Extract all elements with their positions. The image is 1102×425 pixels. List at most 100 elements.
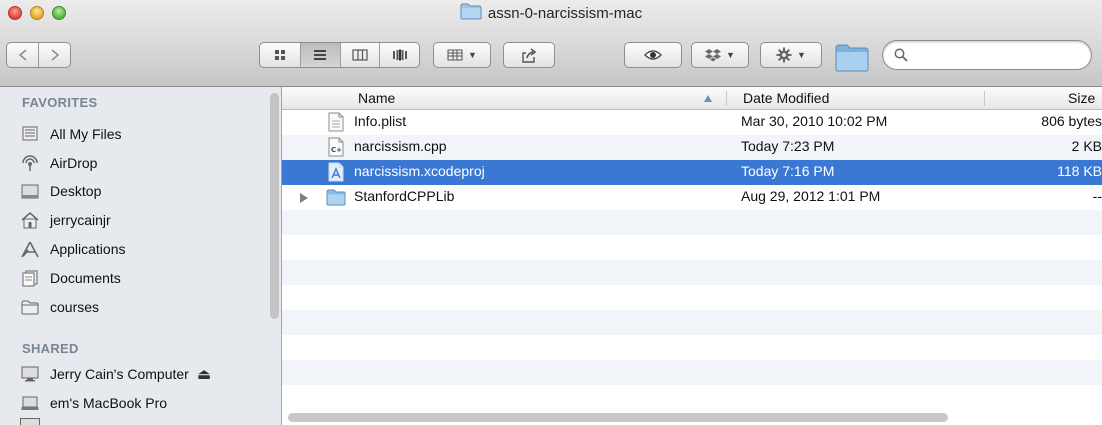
icon-view-icon [274, 50, 285, 60]
file-date: Aug 29, 2012 1:01 PM [741, 188, 881, 204]
folder-icon [20, 298, 40, 316]
all-files-icon [20, 125, 40, 143]
file-rows: Info.plist Mar 30, 2010 10:02 PM 806 byt… [282, 110, 1102, 410]
chevron-left-icon [18, 49, 27, 61]
eject-icon[interactable]: ⏏ [197, 365, 211, 383]
share-icon [522, 47, 537, 63]
chevron-down-icon: ▼ [797, 50, 806, 60]
favorites-header: FAVORITES [22, 95, 98, 110]
dropbox-icon [705, 49, 722, 62]
sidebar-item-documents[interactable]: Documents [20, 265, 121, 291]
empty-row [282, 335, 1102, 360]
file-row-stanfordcpplib[interactable]: StanfordCPPLib Aug 29, 2012 1:01 PM -- [282, 185, 1102, 210]
sidebar-item-label: Applications [50, 241, 126, 257]
file-row-narcissism-cpp[interactable]: C+ narcissism.cpp Today 7:23 PM 2 KB [282, 135, 1102, 160]
finder-window: assn-0-narcissism-mac ▼ ▼ ▼ FAVORITES Al… [0, 0, 1102, 425]
list-view-button[interactable] [299, 43, 340, 67]
file-size: -- [1092, 188, 1102, 204]
column-view-icon [352, 49, 368, 61]
sidebar-item-ems-macbook-pro[interactable]: em's MacBook Pro [20, 390, 167, 416]
cover-flow-view-button[interactable] [379, 43, 419, 67]
search-field[interactable] [882, 40, 1092, 70]
empty-row [282, 385, 1102, 410]
sidebar-item-label: courses [50, 299, 100, 315]
file-size: 2 KB [1071, 138, 1102, 154]
sidebar-item-courses[interactable]: courses [20, 294, 99, 320]
desktop-icon [20, 182, 40, 200]
icon-view-button[interactable] [260, 43, 300, 67]
empty-row [282, 260, 1102, 285]
action-button[interactable]: ▼ [760, 42, 822, 68]
chevron-down-icon: ▼ [468, 50, 477, 60]
search-icon [894, 48, 908, 62]
file-name: Info.plist [354, 113, 407, 129]
sidebar-item-label: All My Files [50, 126, 122, 142]
view-mode-control [259, 42, 420, 68]
sidebar-item-applications[interactable]: Applications [20, 236, 126, 262]
share-button[interactable] [503, 42, 555, 68]
arrange-button[interactable]: ▼ [433, 42, 491, 68]
network-device-icon [20, 418, 40, 425]
quick-look-button[interactable] [624, 42, 682, 68]
file-date: Today 7:23 PM [741, 138, 835, 154]
file-size: 118 KB [1057, 163, 1102, 179]
sidebar-item-jerry-cains-computer[interactable]: Jerry Cain's Computer ⏏ [20, 361, 211, 387]
window-title-text: assn-0-narcissism-mac [487, 5, 643, 22]
sidebar-item-home[interactable]: jerrycainjr [20, 207, 111, 233]
back-button[interactable] [7, 43, 38, 67]
empty-row [282, 310, 1102, 335]
file-name: narcissism.xcodeproj [354, 163, 485, 179]
date-column-header[interactable]: Date Modified [743, 90, 829, 106]
folder-icon [460, 3, 482, 20]
forward-button[interactable] [38, 43, 70, 67]
sidebar-scrollbar[interactable] [270, 93, 279, 319]
sidebar-item-desktop[interactable]: Desktop [20, 178, 101, 204]
file-list: Name Date Modified Size Info.plist Mar 3… [282, 87, 1102, 425]
sidebar-item-label: jerrycainjr [50, 212, 111, 228]
file-date: Today 7:16 PM [741, 163, 835, 179]
xcodeproj-icon [326, 161, 346, 183]
disclosure-triangle-icon[interactable] [300, 193, 308, 203]
horizontal-scrollbar[interactable] [288, 413, 948, 422]
empty-row [282, 235, 1102, 260]
column-header: Name Date Modified Size [282, 87, 1102, 110]
eye-icon [644, 50, 662, 60]
sidebar-item-all-my-files[interactable]: All My Files [20, 121, 122, 147]
sidebar: FAVORITES All My Files AirDrop Desktop j… [0, 87, 282, 425]
file-name: StanfordCPPLib [354, 188, 455, 204]
file-date: Mar 30, 2010 10:02 PM [741, 113, 888, 129]
size-column-header[interactable]: Size [1068, 90, 1095, 106]
laptop-icon [20, 394, 40, 412]
empty-row [282, 210, 1102, 235]
svg-text:C+: C+ [331, 146, 342, 154]
home-icon [20, 211, 40, 229]
chevron-down-icon: ▼ [726, 50, 735, 60]
sidebar-item-label: Jerry Cain's Computer [50, 366, 189, 382]
applications-icon [20, 240, 40, 258]
file-size: 806 bytes [1041, 113, 1102, 129]
column-divider[interactable] [984, 91, 985, 106]
folder-icon[interactable] [835, 44, 869, 72]
folder-icon [326, 186, 346, 208]
file-row-info-plist[interactable]: Info.plist Mar 30, 2010 10:02 PM 806 byt… [282, 110, 1102, 135]
sidebar-item-label: Documents [50, 270, 121, 286]
list-view-icon [314, 50, 327, 60]
sidebar-item-label: em's MacBook Pro [50, 395, 168, 411]
file-row-narcissism-xcodeproj[interactable]: narcissism.xcodeproj Today 7:16 PM 118 K… [282, 160, 1102, 185]
arrange-icon [447, 49, 463, 61]
dropbox-button[interactable]: ▼ [691, 42, 749, 68]
cpp-file-icon: C+ [326, 136, 346, 158]
sidebar-item-label: Desktop [50, 183, 102, 199]
name-column-header[interactable]: Name [358, 90, 395, 106]
plist-file-icon [326, 111, 346, 133]
airdrop-icon [20, 154, 40, 172]
documents-icon [20, 269, 40, 287]
computer-icon [20, 365, 40, 383]
column-view-button[interactable] [339, 43, 380, 67]
cover-flow-icon [392, 49, 407, 61]
chevron-right-icon [51, 49, 59, 61]
sidebar-item-airdrop[interactable]: AirDrop [20, 150, 97, 176]
column-divider[interactable] [726, 91, 727, 106]
sort-ascending-icon [704, 95, 712, 102]
sidebar-item-label: AirDrop [50, 155, 98, 171]
